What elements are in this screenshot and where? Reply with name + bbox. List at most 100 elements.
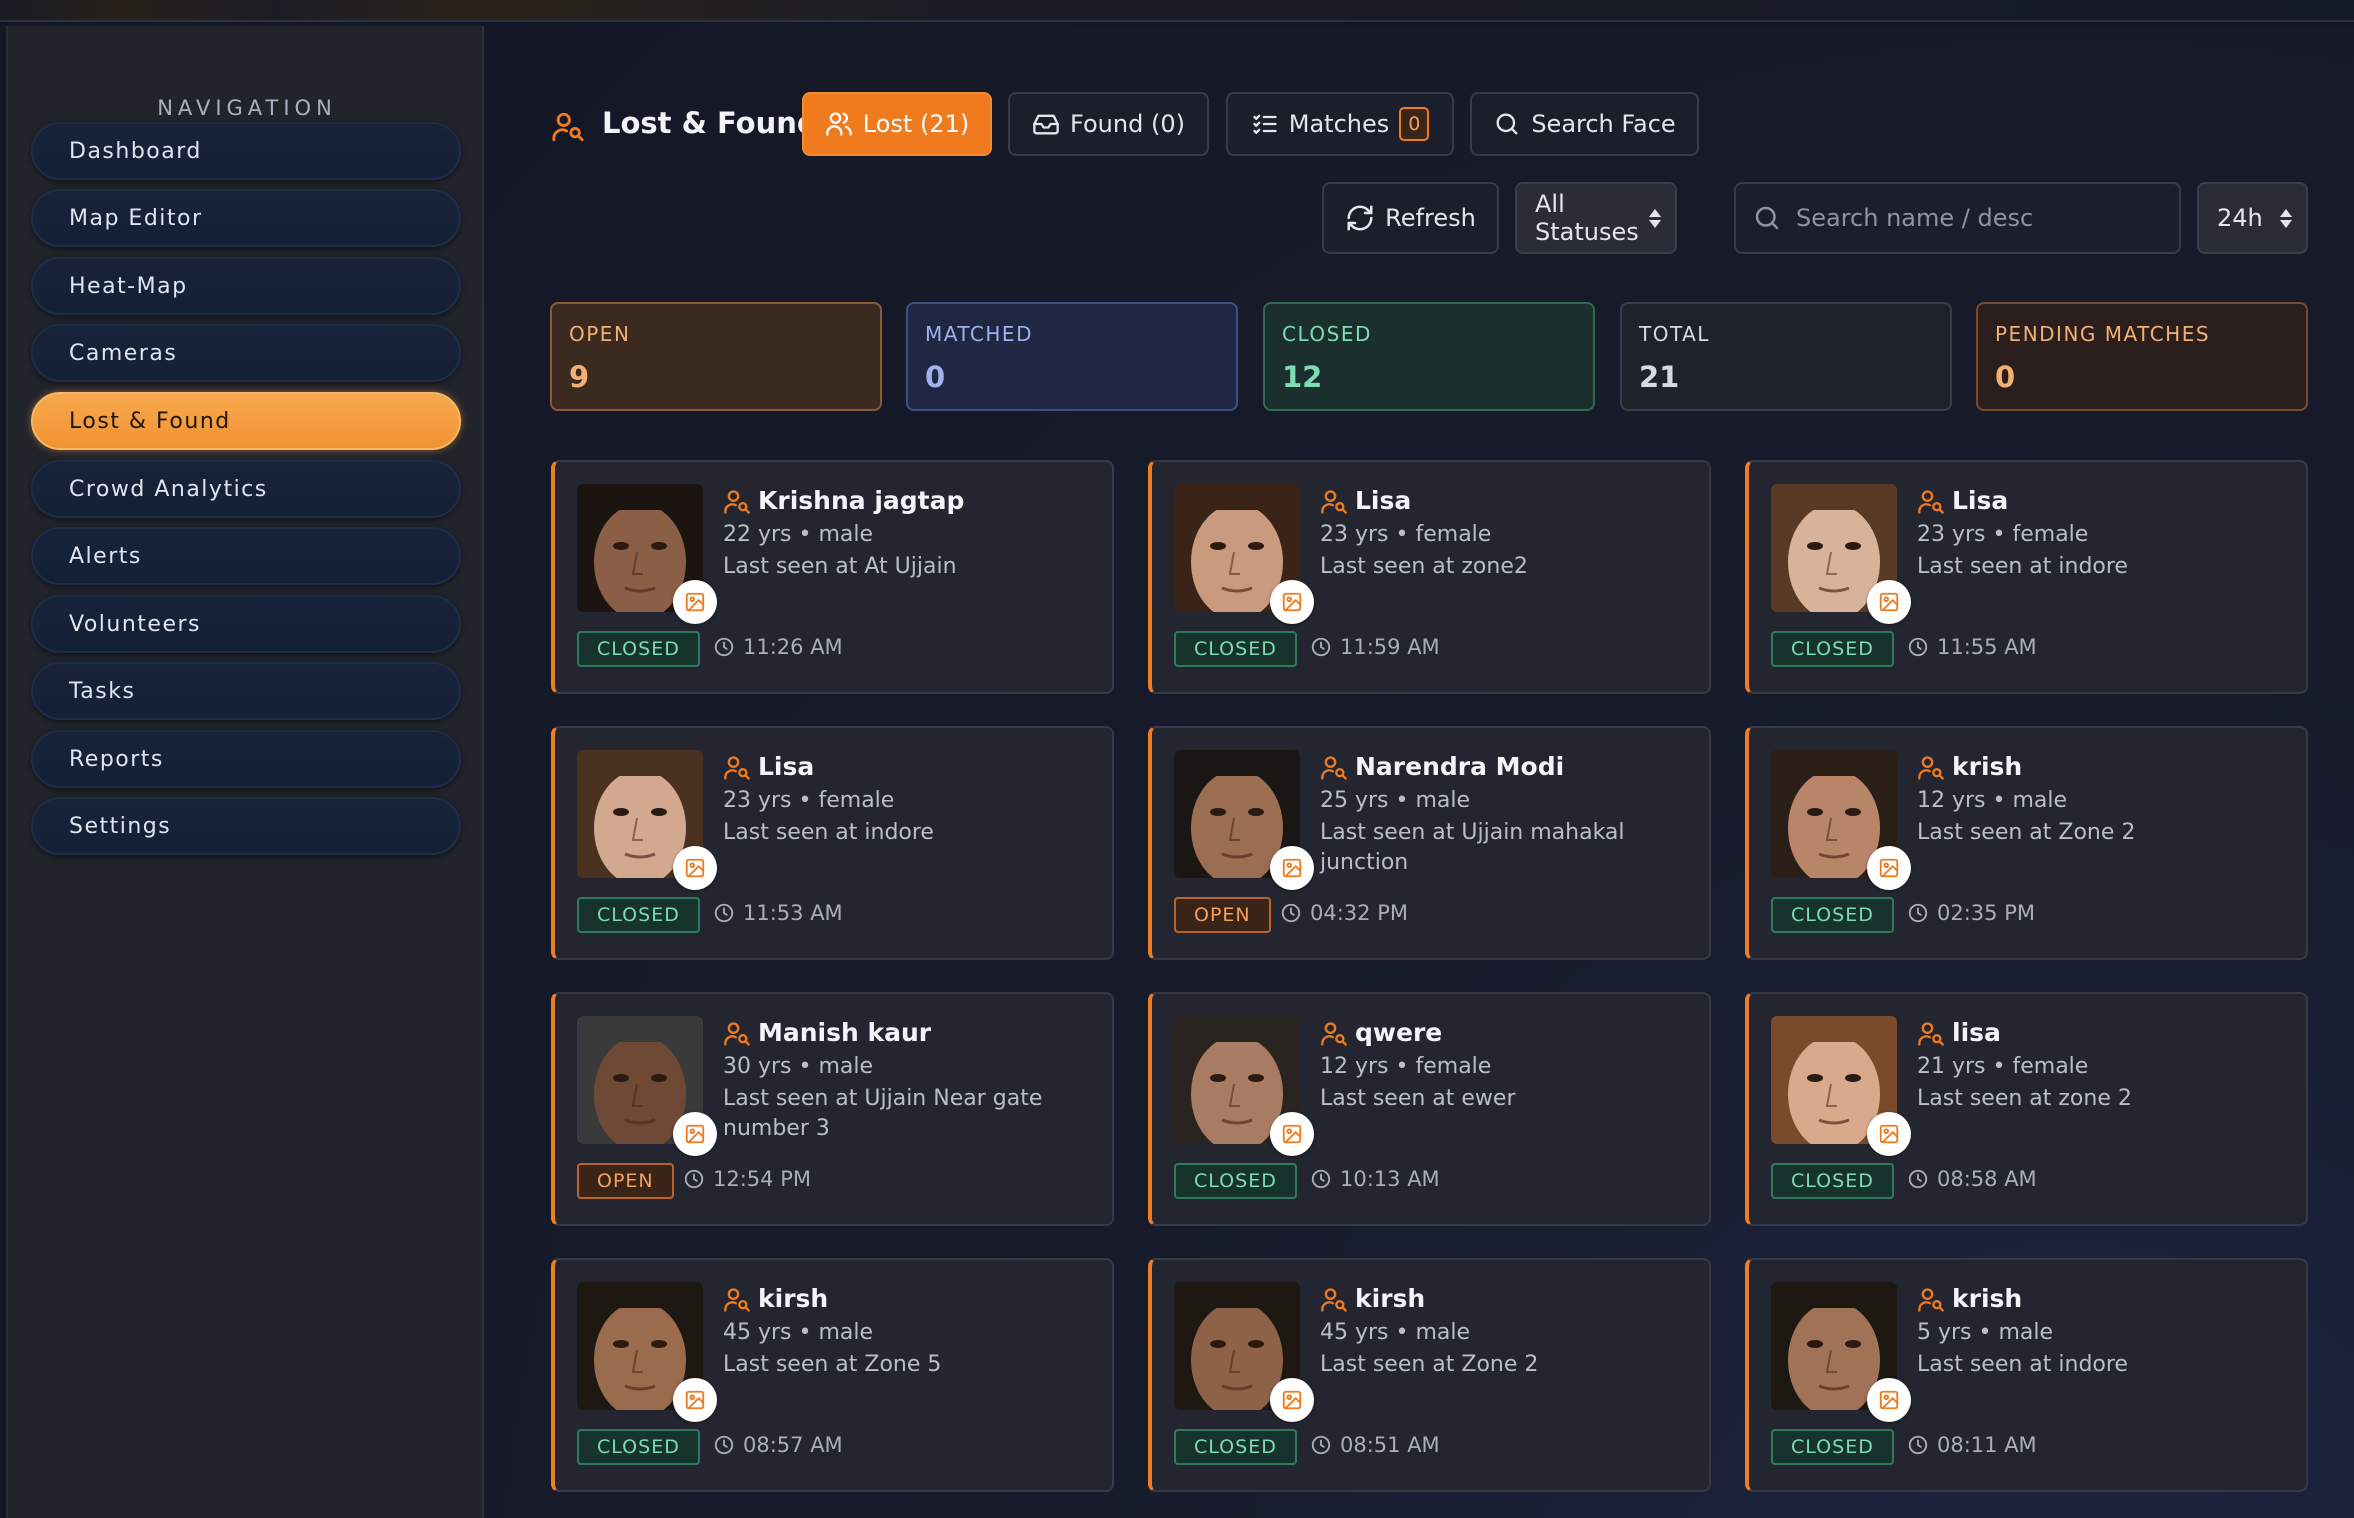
image-icon[interactable]: [1270, 846, 1314, 890]
image-icon[interactable]: [1270, 1112, 1314, 1156]
sidebar-item-map-editor[interactable]: Map Editor: [31, 189, 461, 247]
person-card[interactable]: Krishna jagtap 22 yrs • male Last seen a…: [551, 460, 1114, 694]
time-label: 11:59 AM: [1340, 635, 1440, 659]
person-search-icon: [1321, 756, 1347, 780]
image-icon[interactable]: [673, 1378, 717, 1422]
person-card[interactable]: Manish kaur 30 yrs • male Last seen at U…: [551, 992, 1114, 1226]
tab-found-label: Found (0): [1070, 110, 1185, 138]
select-arrows-icon: [1649, 208, 1661, 228]
stat-closed-value: 12: [1282, 360, 1323, 394]
person-card[interactable]: Narendra Modi 25 yrs • male Last seen at…: [1148, 726, 1711, 960]
image-icon[interactable]: [673, 1112, 717, 1156]
stat-matched-value: 0: [925, 360, 946, 394]
refresh-icon: [1347, 205, 1373, 231]
image-icon[interactable]: [1867, 1112, 1911, 1156]
tab-found[interactable]: Found (0): [1008, 92, 1209, 156]
tab-lost[interactable]: Lost (21): [802, 92, 992, 156]
last-seen: Last seen at zone 2: [1917, 1086, 2132, 1111]
sidebar-item-reports[interactable]: Reports: [31, 730, 461, 788]
stat-matched: MATCHED 0: [906, 302, 1238, 411]
person-search-icon: [552, 112, 584, 142]
search-icon: [1496, 113, 1518, 135]
status-badge: CLOSED: [1771, 897, 1894, 933]
sidebar-item-alerts[interactable]: Alerts: [31, 527, 461, 585]
person-card[interactable]: kirsh 45 yrs • male Last seen at Zone 5 …: [551, 1258, 1114, 1492]
sidebar-item-lost-found[interactable]: Lost & Found: [31, 392, 461, 450]
time-label: 08:51 AM: [1340, 1433, 1440, 1457]
person-search-icon: [1918, 1288, 1944, 1312]
page-title: Lost & Found: [602, 106, 818, 140]
status-badge: CLOSED: [577, 897, 700, 933]
report-time: 08:58 AM: [1907, 1167, 2037, 1191]
status-badge: CLOSED: [1771, 1429, 1894, 1465]
clock-icon: [1311, 1435, 1331, 1455]
sidebar-item-cameras[interactable]: Cameras: [31, 324, 461, 382]
person-name: kirsh: [1355, 1284, 1426, 1313]
stat-matched-label: MATCHED: [925, 322, 1033, 346]
last-seen: Last seen at indore: [723, 820, 934, 845]
image-icon[interactable]: [1867, 1378, 1911, 1422]
sidebar-item-tasks[interactable]: Tasks: [31, 662, 461, 720]
time-range-select[interactable]: 24h: [2197, 182, 2308, 254]
tab-matches[interactable]: Matches 0: [1226, 92, 1454, 156]
clock-icon: [714, 903, 734, 923]
sidebar-item-heat-map[interactable]: Heat-Map: [31, 257, 461, 315]
person-search-icon: [1918, 1022, 1944, 1046]
image-icon[interactable]: [1867, 580, 1911, 624]
person-meta: 5 yrs • male: [1917, 1320, 2054, 1345]
status-badge: OPEN: [577, 1163, 674, 1199]
person-name: Narendra Modi: [1355, 752, 1565, 781]
tab-lost-label: Lost (21): [862, 110, 970, 138]
clock-icon: [1281, 903, 1301, 923]
image-icon[interactable]: [1270, 580, 1314, 624]
refresh-button[interactable]: Refresh: [1322, 182, 1499, 254]
report-time: 08:51 AM: [1310, 1433, 1440, 1457]
time-label: 08:11 AM: [1937, 1433, 2037, 1457]
stat-total: TOTAL 21: [1620, 302, 1952, 411]
clock-icon: [714, 637, 734, 657]
search-placeholder: Search name / desc: [1796, 204, 2034, 232]
person-card[interactable]: kirsh 45 yrs • male Last seen at Zone 2 …: [1148, 1258, 1711, 1492]
tab-search-face[interactable]: Search Face: [1470, 92, 1699, 156]
report-time: 02:35 PM: [1907, 901, 2035, 925]
stat-closed: CLOSED 12: [1263, 302, 1595, 411]
last-seen: Last seen at At Ujjain: [723, 554, 957, 579]
person-card[interactable]: lisa 21 yrs • female Last seen at zone 2…: [1745, 992, 2308, 1226]
person-card[interactable]: krish 5 yrs • male Last seen at indore C…: [1745, 1258, 2308, 1492]
person-card[interactable]: qwere 12 yrs • female Last seen at ewer …: [1148, 992, 1711, 1226]
last-seen: Last seen at Zone 2: [1320, 1352, 1539, 1377]
sidebar: NAVIGATION Dashboard Map Editor Heat-Map…: [6, 26, 484, 1518]
status-filter-select[interactable]: All Statuses: [1515, 182, 1677, 254]
person-meta: 30 yrs • male: [723, 1054, 874, 1079]
clock-icon: [1311, 1169, 1331, 1189]
search-input[interactable]: Search name / desc: [1734, 182, 2181, 254]
person-meta: 45 yrs • male: [1320, 1320, 1471, 1345]
select-arrows-icon: [2280, 208, 2292, 228]
sidebar-item-settings[interactable]: Settings: [31, 797, 461, 855]
image-icon[interactable]: [1270, 1378, 1314, 1422]
image-icon[interactable]: [1867, 846, 1911, 890]
stat-pending-value: 0: [1995, 360, 2016, 394]
status-badge: CLOSED: [577, 1429, 700, 1465]
clock-icon: [1908, 637, 1928, 657]
image-icon[interactable]: [673, 580, 717, 624]
person-name: krish: [1952, 752, 2023, 781]
time-label: 04:32 PM: [1310, 901, 1408, 925]
report-time: 11:53 AM: [713, 901, 843, 925]
time-label: 12:54 PM: [713, 1167, 811, 1191]
sidebar-item-volunteers[interactable]: Volunteers: [31, 595, 461, 653]
sidebar-item-crowd-analytics[interactable]: Crowd Analytics: [31, 460, 461, 518]
person-meta: 23 yrs • female: [1917, 522, 2089, 547]
status-filter-value: All Statuses: [1535, 190, 1639, 246]
person-meta: 22 yrs • male: [723, 522, 874, 547]
image-icon[interactable]: [673, 846, 717, 890]
person-card[interactable]: krish 12 yrs • male Last seen at Zone 2 …: [1745, 726, 2308, 960]
stat-closed-label: CLOSED: [1282, 322, 1372, 346]
tab-matches-label: Matches: [1288, 110, 1390, 138]
sidebar-item-dashboard[interactable]: Dashboard: [31, 122, 461, 180]
person-card[interactable]: Lisa 23 yrs • female Last seen at indore…: [1745, 460, 2308, 694]
person-card[interactable]: Lisa 23 yrs • female Last seen at zone2 …: [1148, 460, 1711, 694]
person-card[interactable]: Lisa 23 yrs • female Last seen at indore…: [551, 726, 1114, 960]
nav-title: NAVIGATION: [157, 96, 337, 120]
time-label: 11:55 AM: [1937, 635, 2037, 659]
